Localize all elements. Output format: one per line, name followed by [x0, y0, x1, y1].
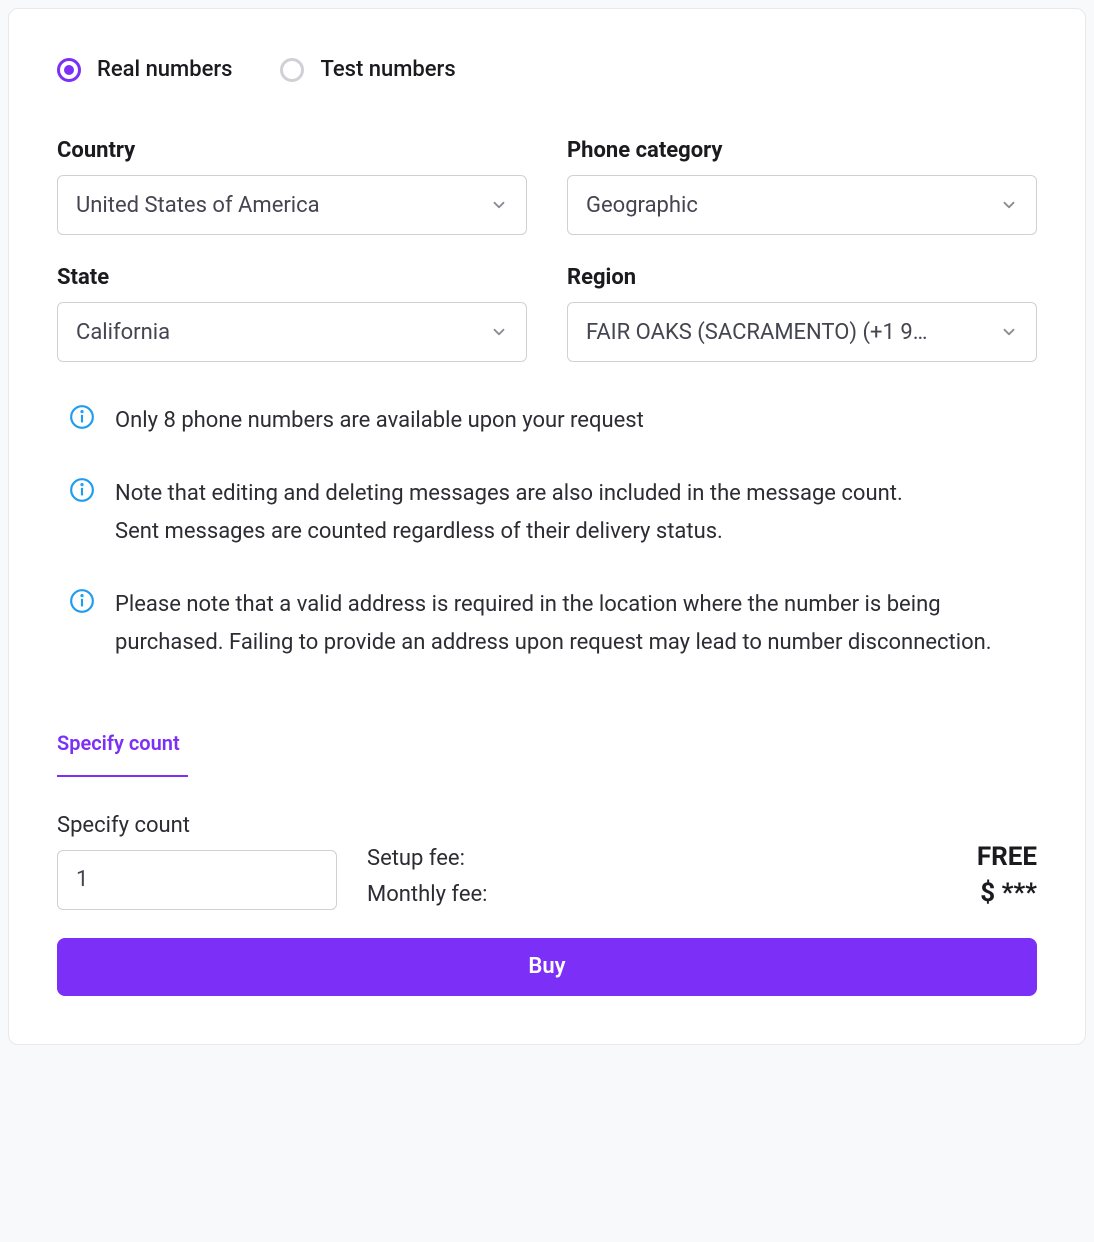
note-messages: Note that editing and deleting messages …	[57, 475, 1037, 550]
category-field: Phone category Geographic	[567, 138, 1037, 235]
monthly-fee-line: Monthly fee: $ ***	[367, 878, 1037, 908]
filters-grid: Country United States of America Phone c…	[57, 138, 1037, 362]
region-field: Region FAIR OAKS (SACRAMENTO) (+1 9…	[567, 265, 1037, 362]
monthly-fee-value: $ ***	[980, 878, 1037, 908]
number-type-radio-group: Real numbers Test numbers	[57, 57, 1037, 82]
country-label: Country	[57, 138, 527, 163]
note-address: Please note that a valid address is requ…	[57, 586, 1037, 661]
info-notes: Only 8 phone numbers are available upon …	[57, 402, 1037, 661]
state-value: California	[76, 320, 170, 345]
count-label: Specify count	[57, 813, 337, 838]
info-icon	[69, 477, 95, 503]
region-label: Region	[567, 265, 1037, 290]
state-label: State	[57, 265, 527, 290]
radio-selected-icon	[57, 58, 81, 82]
category-label: Phone category	[567, 138, 1037, 163]
chevron-down-icon	[1000, 323, 1018, 341]
monthly-fee-label: Monthly fee:	[367, 882, 487, 907]
radio-unselected-icon	[280, 58, 304, 82]
setup-fee-label: Setup fee:	[367, 846, 465, 871]
category-value: Geographic	[586, 193, 698, 218]
country-value: United States of America	[76, 193, 320, 218]
count-input[interactable]	[57, 850, 337, 910]
state-select[interactable]: California	[57, 302, 527, 362]
chevron-down-icon	[1000, 196, 1018, 214]
region-value: FAIR OAKS (SACRAMENTO) (+1 9…	[586, 320, 927, 345]
count-group: Specify count	[57, 813, 337, 910]
country-field: Country United States of America	[57, 138, 527, 235]
real-numbers-radio[interactable]: Real numbers	[57, 57, 232, 82]
note-messages-line1: Note that editing and deleting messages …	[115, 481, 903, 506]
note-messages-text: Note that editing and deleting messages …	[115, 475, 903, 550]
setup-fee-value: FREE	[977, 842, 1037, 872]
chevron-down-icon	[490, 196, 508, 214]
category-select[interactable]: Geographic	[567, 175, 1037, 235]
tabs: Specify count	[57, 731, 1037, 777]
region-select[interactable]: FAIR OAKS (SACRAMENTO) (+1 9…	[567, 302, 1037, 362]
info-icon	[69, 588, 95, 614]
info-icon	[69, 404, 95, 430]
note-availability-text: Only 8 phone numbers are available upon …	[115, 402, 644, 439]
tab-specify-count[interactable]: Specify count	[57, 731, 188, 777]
buy-number-card: Real numbers Test numbers Country United…	[8, 8, 1086, 1045]
test-numbers-radio[interactable]: Test numbers	[280, 57, 455, 82]
test-numbers-label: Test numbers	[320, 57, 455, 82]
real-numbers-label: Real numbers	[97, 57, 232, 82]
state-field: State California	[57, 265, 527, 362]
chevron-down-icon	[490, 323, 508, 341]
fees: Setup fee: FREE Monthly fee: $ ***	[367, 842, 1037, 910]
note-availability: Only 8 phone numbers are available upon …	[57, 402, 1037, 439]
country-select[interactable]: United States of America	[57, 175, 527, 235]
setup-fee-line: Setup fee: FREE	[367, 842, 1037, 872]
note-address-text: Please note that a valid address is requ…	[115, 586, 1037, 661]
note-messages-line2: Sent messages are counted regardless of …	[115, 519, 723, 544]
buy-button[interactable]: Buy	[57, 938, 1037, 996]
count-and-fees-row: Specify count Setup fee: FREE Monthly fe…	[57, 813, 1037, 910]
